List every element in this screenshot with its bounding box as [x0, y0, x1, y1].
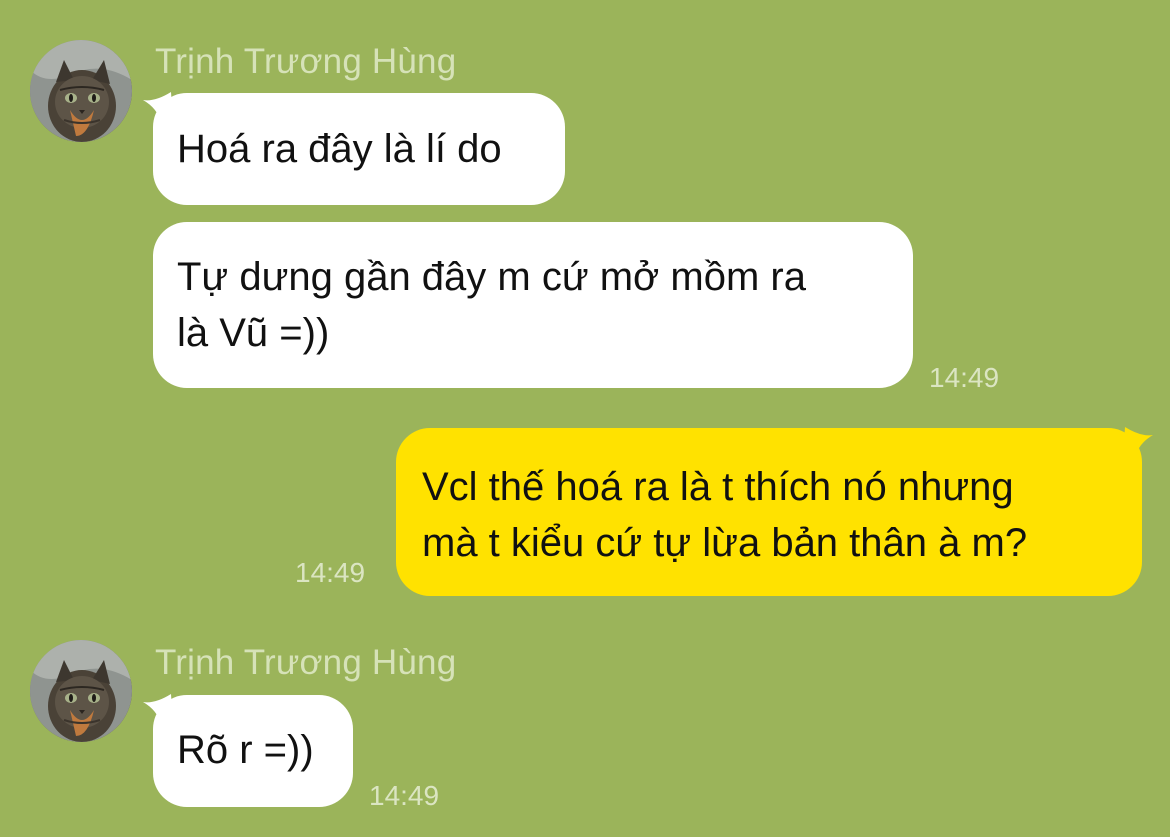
message-bubble[interactable]: Tự dưng gần đây m cứ mở mồm ra là Vũ =)) [153, 222, 913, 388]
message-time: 14:49 [369, 780, 440, 811]
message-time: 14:49 [929, 362, 1000, 393]
message-bubble[interactable]: Rõ r =)) [153, 695, 353, 807]
message-time: 14:49 [295, 557, 366, 588]
sender-avatar[interactable] [30, 640, 132, 742]
cat-avatar-icon [30, 640, 132, 742]
sender-name: Trịnh Trương Hùng [155, 643, 457, 682]
sender-name: Trịnh Trương Hùng [155, 42, 457, 81]
message-bubble[interactable]: Hoá ra đây là lí do [153, 93, 565, 205]
message-bubble[interactable]: Vcl thế hoá ra là t thích nó nhưng mà t … [396, 428, 1142, 596]
cat-avatar-icon [30, 40, 132, 142]
message-text: Vcl thế hoá ra là t thích nó nhưng mà t … [422, 465, 1028, 565]
outgoing-bubble-tail [1123, 427, 1153, 457]
message-text: Tự dưng gần đây m cứ mở mồm ra là Vũ =)) [177, 255, 806, 355]
message-text: Rõ r =)) [177, 728, 314, 772]
sender-avatar[interactable] [30, 40, 132, 142]
message-text: Hoá ra đây là lí do [177, 127, 502, 171]
